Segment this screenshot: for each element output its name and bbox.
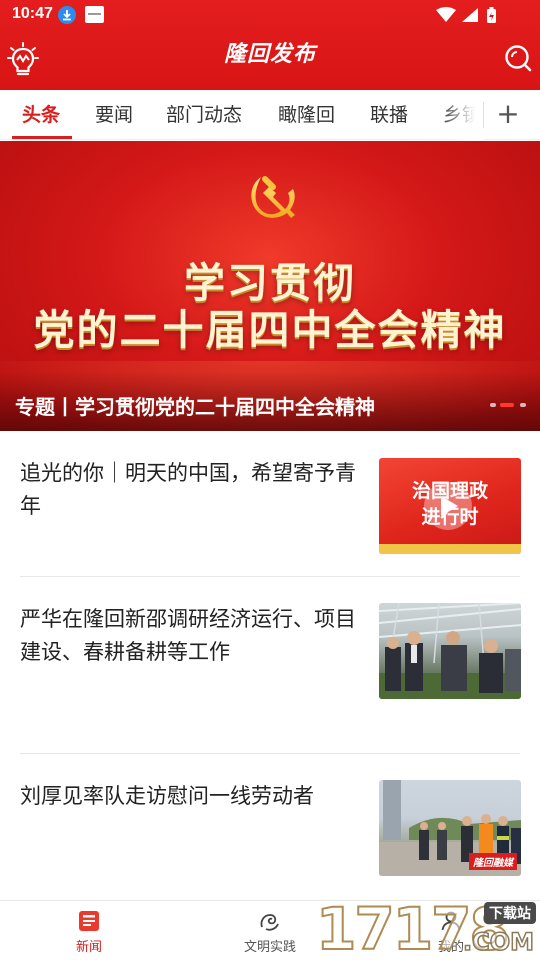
news-icon — [79, 911, 99, 931]
status-time: 10:47 — [12, 5, 53, 22]
watermark-domain: .COM — [462, 927, 535, 957]
nav-civilization-practice[interactable]: 文明实践 — [225, 901, 315, 960]
status-bar: 10:47 — [0, 0, 540, 30]
site-watermark: 17178 下载站 .COM — [315, 897, 540, 960]
news-item[interactable]: 刘厚见率队走访慰问一线劳动者 隆回融媒 — [0, 754, 540, 904]
download-notification-icon — [58, 6, 76, 24]
tab-scroll-fade — [440, 90, 484, 140]
watermark-tag: 下载站 — [484, 902, 536, 924]
news-thumbnail — [379, 603, 521, 699]
carousel-dot — [490, 403, 496, 407]
nav-label: 文明实践 — [243, 940, 296, 955]
tab-view-longhui[interactable]: 瞰隆回 — [278, 100, 335, 127]
banner-caption: 专题丨学习贯彻党的二十届四中全会精神 — [15, 395, 375, 419]
thumbnail-band — [379, 544, 521, 554]
tab-headlines[interactable]: 头条 — [22, 100, 60, 127]
news-item[interactable]: 严华在隆回新邵调研经济运行、项目建设、春耕备耕等工作 — [0, 577, 540, 753]
party-emblem-icon — [251, 176, 295, 218]
nav-news[interactable]: 新闻 — [44, 901, 134, 960]
tab-news[interactable]: 要闻 — [95, 100, 133, 127]
app-logo: 隆回发布 — [223, 41, 316, 67]
news-thumbnail: 隆回融媒 — [379, 780, 521, 876]
category-tabs: 头条 要闻 部门动态 瞰隆回 联播 乡镇 — [0, 90, 540, 140]
featured-banner[interactable]: 学习贯彻 党的二十届四中全会精神 专题丨学习贯彻党的二十届四中全会精神 — [0, 141, 540, 431]
tab-divider — [483, 102, 484, 128]
system-status-icons — [436, 7, 496, 23]
civilization-icon — [260, 914, 279, 931]
carousel-dot-active — [500, 403, 514, 407]
tab-broadcast[interactable]: 联播 — [370, 100, 408, 127]
add-tab-button[interactable]: + — [495, 98, 521, 130]
tab-departments[interactable]: 部门动态 — [166, 100, 242, 127]
news-title: 追光的你｜明天的中国，希望寄予青年 — [20, 461, 356, 518]
news-thumbnail: 治国理政 进行时 — [379, 458, 521, 554]
banner-headline-line2: 党的二十届四中全会精神 — [33, 306, 507, 354]
play-icon[interactable] — [424, 482, 472, 530]
app-header: 10:47 隆回发布 — [0, 0, 540, 90]
news-title: 严华在隆回新邵调研经济运行、项目建设、春耕备耕等工作 — [20, 607, 356, 664]
greenhouse-photo — [379, 603, 521, 699]
media-brand-tag: 隆回融媒 — [469, 853, 517, 870]
active-tab-indicator — [12, 136, 72, 139]
news-title: 刘厚见率队走访慰问一线劳动者 — [20, 784, 314, 808]
carousel-indicator — [490, 403, 526, 409]
search-icon[interactable] — [504, 44, 532, 72]
carousel-dot — [520, 403, 526, 407]
news-item[interactable]: 追光的你｜明天的中国，希望寄予青年 治国理政 进行时 — [0, 431, 540, 576]
app-notification-icon — [85, 6, 104, 23]
nav-label: 新闻 — [75, 940, 102, 955]
